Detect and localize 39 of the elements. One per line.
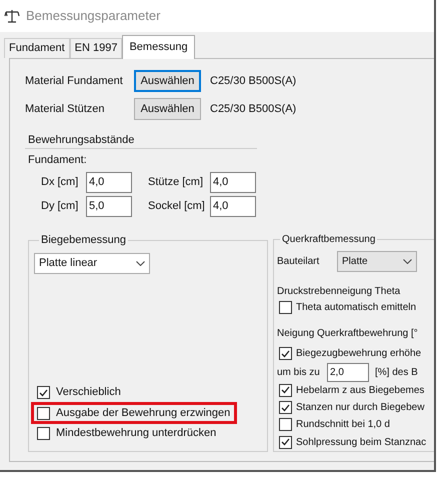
checkbox-label: Theta automatisch emitteln bbox=[296, 301, 416, 316]
group-title: Biegebemessung bbox=[40, 233, 128, 248]
field-label: Bauteilart bbox=[277, 255, 320, 269]
field-label: Dy [cm] bbox=[41, 199, 80, 214]
material-label: Material Stützen bbox=[25, 102, 106, 117]
subsection-label: Fundament: bbox=[27, 153, 88, 168]
input-field[interactable]: 5,0 bbox=[86, 196, 132, 217]
material-label: Material Fundament bbox=[25, 74, 124, 89]
tab[interactable]: EN 1997 bbox=[70, 38, 122, 58]
window-title: Bemessungsparameter bbox=[26, 7, 160, 26]
section-label: Neigung Querkraftbewehrung [° bbox=[277, 327, 419, 342]
unit-label: [%] des B bbox=[375, 366, 418, 380]
checkbox-label: Hebelarm z aus Biegebemes bbox=[296, 384, 424, 398]
checkbox-label: Sohlpressung beim Stanznac bbox=[296, 436, 426, 450]
section-title: Bewehrungsabstände bbox=[27, 133, 136, 148]
section-label: Druckstrebenneigung Theta bbox=[277, 285, 402, 299]
field-label: Stütze [cm] bbox=[147, 175, 204, 190]
select-button[interactable]: Auswählen bbox=[134, 98, 201, 120]
tab[interactable]: Bemessung bbox=[122, 35, 195, 59]
input-field[interactable]: 4,0 bbox=[210, 172, 256, 193]
material-value: C25/30 B500S(A) bbox=[210, 74, 296, 89]
dropdown[interactable]: Platte bbox=[337, 251, 417, 272]
material-value: C25/30 B500S(A) bbox=[210, 102, 296, 117]
checkbox-label: Verschieblich bbox=[56, 385, 121, 400]
field-label: Sockel [cm] bbox=[147, 199, 206, 214]
select-button[interactable]: Auswählen bbox=[134, 70, 201, 92]
checkbox-label: Rundschnitt bei 1,0 d bbox=[296, 418, 390, 432]
input-field[interactable]: 4,0 bbox=[86, 172, 132, 193]
input-field[interactable]: 4,0 bbox=[210, 196, 256, 217]
checkbox-label: Ausgabe der Bewehrung erzwingen bbox=[56, 406, 230, 421]
input-field[interactable]: 2,0 bbox=[327, 362, 369, 382]
group-title: Querkraftbemessung bbox=[281, 233, 376, 247]
checkbox-label: Biegezugbewehrung erhöhe bbox=[296, 347, 422, 362]
checkbox-label: Mindestbewehrung unterdrücken bbox=[56, 426, 216, 442]
dropdown[interactable]: Platte linear bbox=[34, 252, 150, 274]
tab[interactable]: Fundament bbox=[4, 38, 70, 58]
field-label: um bis zu bbox=[277, 366, 321, 380]
checkbox-label: Stanzen nur durch Biegebew bbox=[296, 401, 424, 416]
field-label: Dx [cm] bbox=[41, 175, 80, 190]
